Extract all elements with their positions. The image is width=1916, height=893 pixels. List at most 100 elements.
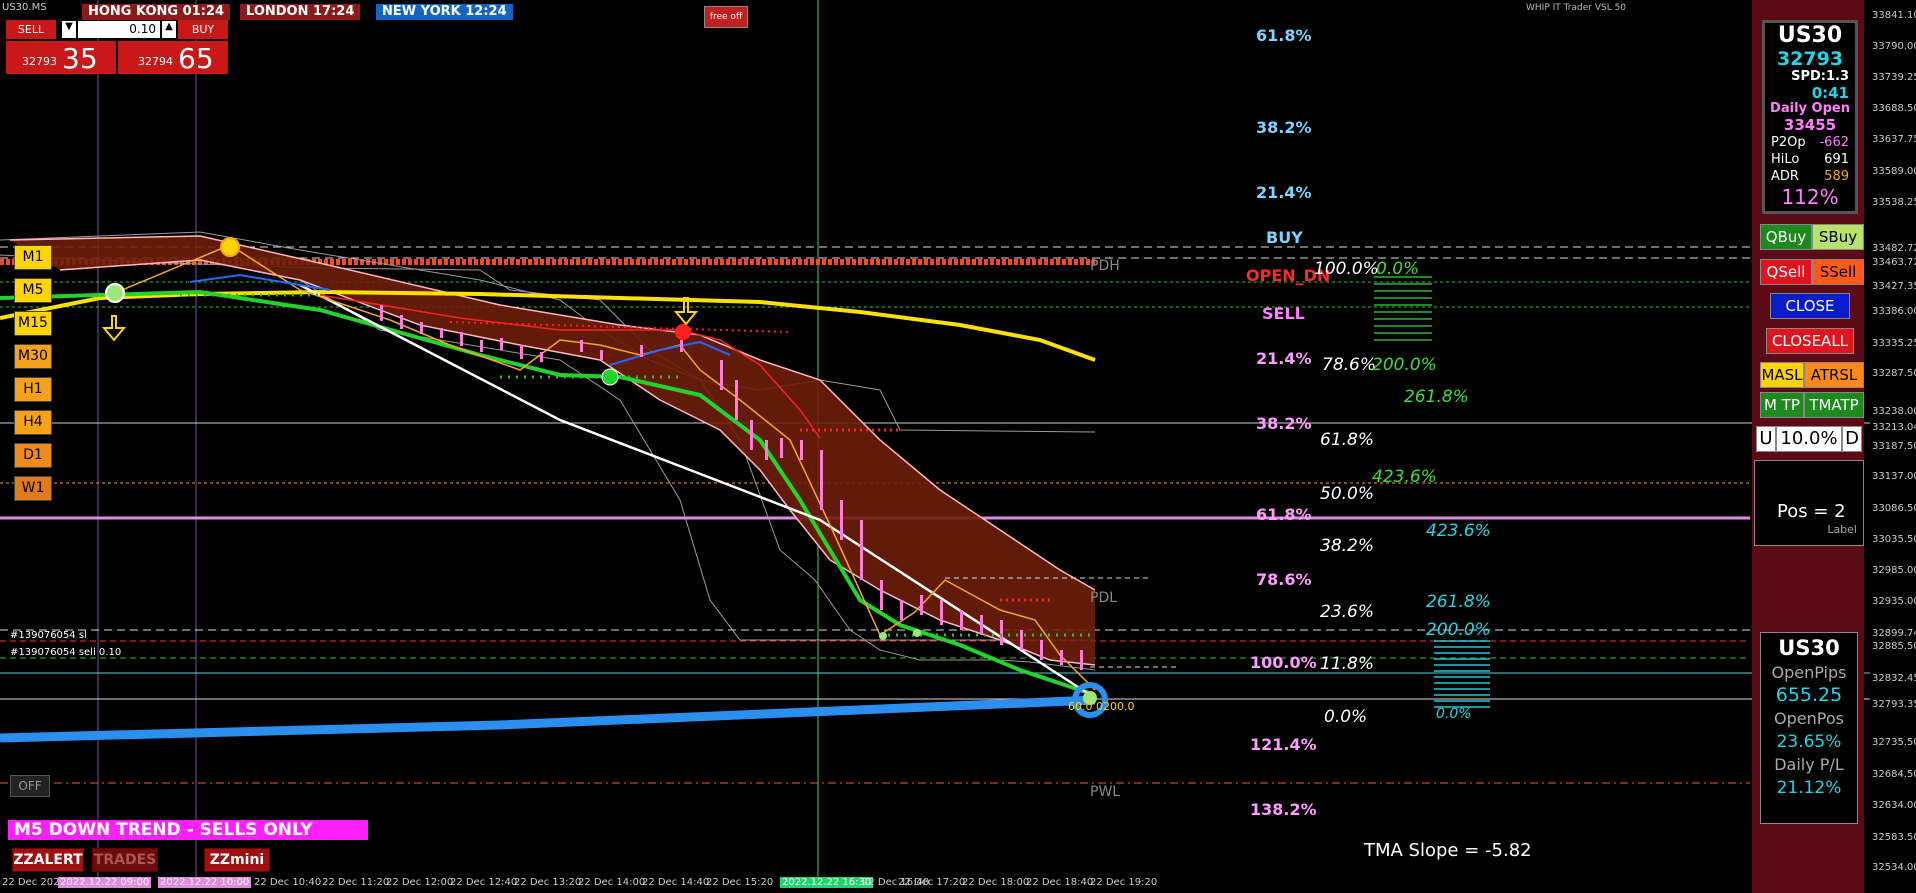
price-tick-label: 32899.74 xyxy=(1872,628,1916,639)
info-row: P2Op -662 xyxy=(1765,134,1855,151)
time-tick-label: 2022.12.22 16:30 xyxy=(780,877,874,888)
session-new-york: NEW YORK 12:24 xyxy=(376,4,513,20)
tmatp-button[interactable]: TMATP xyxy=(1804,392,1864,418)
info-row: ADR 589 xyxy=(1765,168,1855,185)
fib-ext-label: 78.6% xyxy=(1322,355,1377,375)
long-ma-line xyxy=(0,695,1096,743)
price-tick-label: 33335.25 xyxy=(1872,338,1916,349)
fib-buy-label: BUY xyxy=(1266,228,1303,247)
qbuy-button[interactable]: QBuy xyxy=(1760,224,1812,250)
price-tick-label: 32985.00 xyxy=(1872,565,1916,576)
close-button[interactable]: CLOSE xyxy=(1770,293,1850,319)
buy-price-big: 65 xyxy=(178,42,214,75)
tma-band xyxy=(10,236,1095,665)
swing-marker xyxy=(879,632,887,640)
swing-marker xyxy=(675,324,691,340)
risk-up-button[interactable]: U xyxy=(1756,426,1776,452)
timeframe-m1-button[interactable]: M1 xyxy=(14,245,52,270)
price-chart[interactable] xyxy=(0,0,1916,893)
session-hong-kong: HONG KONG 01:24 xyxy=(82,4,231,20)
qsell-button[interactable]: QSell xyxy=(1760,259,1812,285)
lot-down-icon[interactable]: ▼ xyxy=(62,21,76,38)
sell-button[interactable]: SELL xyxy=(6,20,56,39)
free-off-button[interactable]: free off xyxy=(704,6,748,28)
timeframe-m30-button[interactable]: M30 xyxy=(14,344,52,369)
fib-cyan-label: 261.8% xyxy=(1426,592,1491,612)
ssell-button[interactable]: SSell xyxy=(1812,259,1864,285)
swing-marker xyxy=(105,283,125,303)
buy-price-small: 32794 xyxy=(138,55,173,68)
buy-price-button[interactable]: 32794 65 xyxy=(118,41,228,75)
sell-price-small: 32793 xyxy=(22,55,57,68)
fib-ext-label: 0.0% xyxy=(1324,707,1368,727)
off-button[interactable]: OFF xyxy=(10,775,50,797)
time-tick-label: 2022.12.22 09:00 xyxy=(58,877,152,888)
buy-button[interactable]: BUY xyxy=(178,20,228,39)
masl-button[interactable]: MASL xyxy=(1760,362,1804,388)
fib-green-cluster xyxy=(1374,276,1432,346)
price-tick-label: 33035.50 xyxy=(1872,534,1916,545)
session-london: LONDON 17:24 xyxy=(240,4,361,20)
timeframe-m5-button[interactable]: M5 xyxy=(14,278,52,303)
open-pos-value: 23.65% xyxy=(1776,732,1842,752)
info-panel: US30 32793 SPD:1.3 0:41 Daily Open 33455… xyxy=(1762,20,1858,214)
watermark: WHIP IT Trader VSL 50 xyxy=(1526,3,1627,13)
closeall-button[interactable]: CLOSEALL xyxy=(1766,328,1854,354)
price-tick-label: 32583.50 xyxy=(1872,832,1916,843)
lot-up-icon[interactable]: ▲ xyxy=(162,21,176,38)
fib-green-label: 423.6% xyxy=(1372,467,1437,487)
swing-marker xyxy=(601,368,619,386)
zzmini-button[interactable]: ZZmini xyxy=(204,848,270,872)
price-tick-label: 33688.50 xyxy=(1872,103,1916,114)
open-pips-value: 655.25 xyxy=(1775,684,1843,706)
risk-percent-field[interactable]: 10.0% xyxy=(1776,426,1842,452)
sbuy-button[interactable]: SBuy xyxy=(1812,224,1864,250)
fib-level-label: 38.2% xyxy=(1256,118,1312,137)
price-tick-label: 33238.00 xyxy=(1872,406,1916,417)
info-row-value: 589 xyxy=(1824,169,1849,184)
sell-price-button[interactable]: 32793 35 xyxy=(6,41,116,75)
lot-input[interactable]: 0.10 xyxy=(78,21,160,38)
risk-down-button[interactable]: D xyxy=(1842,426,1862,452)
daily-pl-label: Daily P/L xyxy=(1774,755,1844,774)
order-sl-tag: #139076054 sl xyxy=(10,630,87,641)
down-arrow-icon xyxy=(101,315,127,342)
timeframe-h4-button[interactable]: H4 xyxy=(14,410,52,435)
price-tick-label: 32684.50 xyxy=(1872,769,1916,780)
info-spread: SPD:1.3 xyxy=(1791,69,1849,84)
price-tick-label: 33463.72 xyxy=(1872,257,1916,268)
price-tick-label: 33482.72 xyxy=(1872,243,1916,254)
trend-banner: M5 DOWN TREND - SELLS ONLY xyxy=(8,820,368,840)
timeframe-d1-button[interactable]: D1 xyxy=(14,443,52,468)
fib-ext-label: 23.6% xyxy=(1320,602,1375,622)
price-tick-label: 33538.25 xyxy=(1872,197,1916,208)
price-tick-label: 33386.00 xyxy=(1872,306,1916,317)
time-tick-label: 22 Dec 10:40 xyxy=(254,877,322,888)
trades-button[interactable]: TRADES xyxy=(92,848,158,872)
info-row-label: P2Op xyxy=(1771,135,1806,150)
info-percent: 112% xyxy=(1781,185,1839,209)
fib-level-label: 38.2% xyxy=(1256,414,1312,433)
pwl-label: PWL xyxy=(1090,784,1121,800)
fib-cyan-label: 423.6% xyxy=(1426,521,1491,541)
target-label: 60.0 0200.0 xyxy=(1068,700,1135,713)
zzalert-button[interactable]: ZZALERT xyxy=(12,848,84,872)
price-tick-label: 33086.50 xyxy=(1872,503,1916,514)
fib-level-label: 21.4% xyxy=(1256,349,1312,368)
timeframe-m15-button[interactable]: M15 xyxy=(14,311,52,336)
timeframe-w1-button[interactable]: W1 xyxy=(14,476,52,501)
symbol-label: US30.MS xyxy=(2,2,47,13)
price-tick-label: 32885.50 xyxy=(1872,641,1916,652)
pnl-symbol: US30 xyxy=(1778,636,1840,660)
swing-marker xyxy=(913,629,921,637)
info-row-value: -662 xyxy=(1819,135,1849,150)
fib-level-label: 138.2% xyxy=(1250,800,1317,819)
price-tick-label: 33637.75 xyxy=(1872,134,1916,145)
mtp-button[interactable]: M TP xyxy=(1760,392,1804,418)
atrsl-button[interactable]: ATRSL xyxy=(1804,362,1864,388)
timeframe-h1-button[interactable]: H1 xyxy=(14,377,52,402)
fib-ext-label: 11.8% xyxy=(1320,654,1375,674)
price-tick-label: 33427.35 xyxy=(1872,281,1916,292)
fib-level-label: 78.6% xyxy=(1256,570,1312,589)
price-tick-label: 33589.00 xyxy=(1872,166,1916,177)
